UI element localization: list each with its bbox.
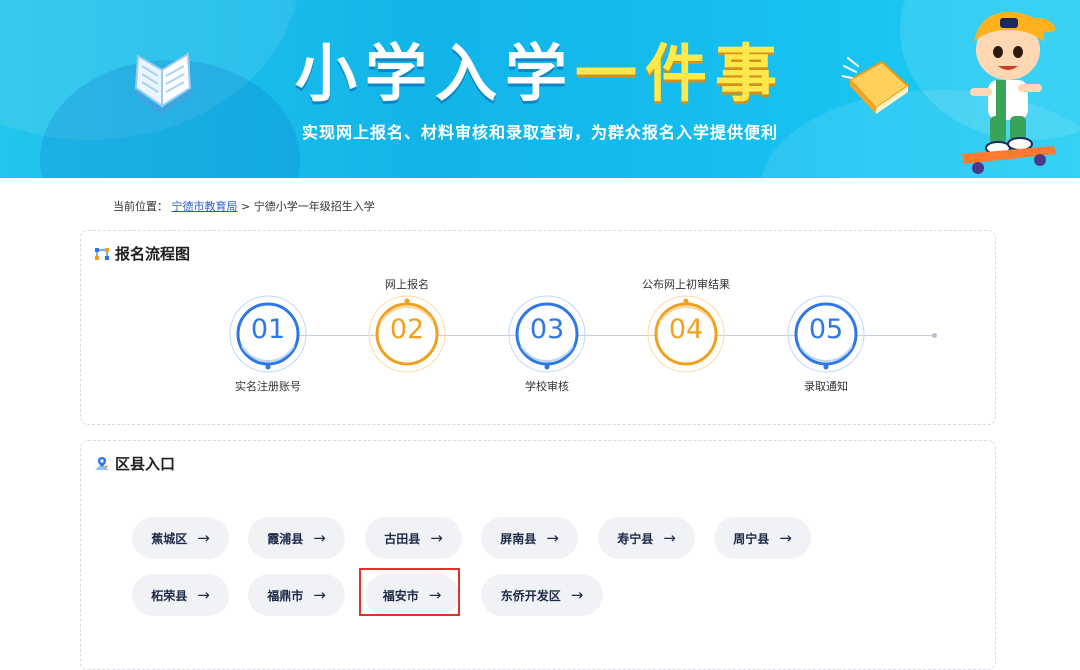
district-button[interactable]: 寿宁县 → (598, 517, 695, 559)
breadcrumb: 当前位置： 宁德市教育局 > 宁德小学一年级招生入学 (113, 198, 375, 214)
breadcrumb-link-education-bureau[interactable]: 宁德市教育局 (172, 200, 238, 213)
skateboard-kid-illustration (962, 11, 1056, 174)
banner-title-yellow: 一件事 (575, 37, 786, 110)
arrow-right-icon: → (197, 529, 210, 547)
district-title: 区县入口 (115, 455, 176, 473)
district-label: 屏南县 (500, 531, 537, 546)
banner-title: 小学入学一件事 (0, 36, 1080, 112)
district-header: 区县入口 (94, 453, 175, 474)
district-label: 福鼎市 (267, 588, 304, 603)
banner-title-white: 小学入学 (294, 37, 575, 110)
district-label: 周宁县 (733, 531, 770, 546)
district-button[interactable]: 福鼎市 → (248, 574, 345, 616)
step-label: 公布网上初审结果 (642, 278, 730, 291)
process-step-5: 05 (786, 294, 866, 374)
arrow-right-icon: → (313, 529, 326, 547)
district-button[interactable]: 霞浦县 → (248, 517, 345, 559)
district-button[interactable]: 蕉城区 → (132, 517, 229, 559)
arrow-right-icon: → (430, 529, 443, 547)
process-step-4: 04 (646, 294, 726, 374)
arrow-right-icon: → (197, 586, 210, 604)
breadcrumb-current: 宁德小学一年级招生入学 (253, 200, 375, 213)
banner: 小学入学一件事 实现网上报名、材料审核和录取查询，为群众报名入学提供便利 (0, 0, 1080, 178)
step-number: 01 (250, 314, 286, 345)
map-pin-icon (95, 456, 109, 470)
step-number: 03 (529, 314, 565, 345)
step-label: 学校审核 (525, 380, 569, 393)
step-number: 02 (389, 314, 425, 345)
process-step-3: 03 (507, 294, 587, 374)
process-header: 报名流程图 (94, 243, 190, 264)
arrow-right-icon: → (570, 586, 584, 604)
step-number: 04 (668, 314, 704, 345)
arrow-right-icon: → (779, 529, 792, 547)
district-label: 霞浦县 (267, 531, 304, 546)
step-label: 实名注册账号 (235, 380, 301, 393)
process-step-1: 01 (228, 294, 308, 374)
district-button[interactable]: 周宁县 → (714, 517, 811, 559)
arrow-right-icon: → (313, 586, 326, 604)
district-label: 东侨开发区 (500, 588, 561, 603)
breadcrumb-separator: > (237, 200, 254, 213)
process-step-2: 02 (367, 294, 447, 374)
arrow-right-icon: → (546, 529, 559, 547)
breadcrumb-prefix: 当前位置： (113, 200, 168, 213)
step-label: 录取通知 (804, 380, 848, 393)
step-label: 网上报名 (385, 278, 429, 291)
district-label: 寿宁县 (617, 531, 654, 546)
district-button[interactable]: 柘荣县 → (132, 574, 229, 616)
flow-line-end (932, 333, 937, 338)
arrow-right-icon: → (663, 529, 676, 547)
step-number: 05 (808, 314, 844, 345)
district-label: 蕉城区 (151, 531, 188, 546)
district-button[interactable]: 古田县 → (365, 517, 462, 559)
banner-subtitle: 实现网上报名、材料审核和录取查询，为群众报名入学提供便利 (301, 123, 778, 142)
district-label: 柘荣县 (151, 588, 188, 603)
flow-chart-icon (95, 247, 109, 260)
district-button[interactable]: 东侨开发区 → (481, 574, 603, 616)
highlight-box (359, 568, 460, 616)
process-title: 报名流程图 (115, 245, 191, 263)
process-panel: 报名流程图 01 实名注册账号 02 网上报名 03 学校审核 04 公布网上初审结果 05 录取… (80, 230, 996, 425)
district-label: 古田县 (384, 531, 421, 546)
district-button[interactable]: 屏南县 → (481, 517, 578, 559)
flying-book-icon (842, 57, 910, 114)
